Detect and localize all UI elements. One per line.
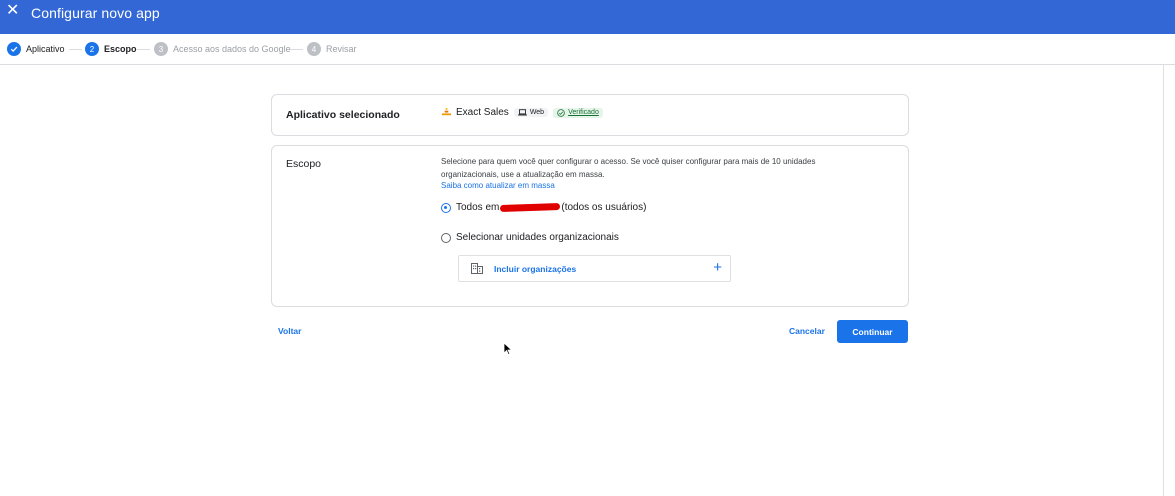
step-connector <box>69 49 82 50</box>
check-circle-icon <box>557 108 565 117</box>
plus-icon: + <box>713 259 722 276</box>
step-label: Revisar <box>326 44 357 54</box>
radio-unchecked-icon[interactable] <box>441 232 451 243</box>
radio-all-prefix: Todos em <box>456 202 500 213</box>
scope-description: Selecione para quem você quer configurar… <box>441 157 816 179</box>
step-label: Aplicativo <box>26 44 65 54</box>
step-aplicativo[interactable]: Aplicativo <box>7 41 65 57</box>
step-connector <box>137 49 150 50</box>
stepper: Aplicativo 2 Escopo 3 Acesso aos dados d… <box>0 34 1175 65</box>
close-icon[interactable]: ✕ <box>6 3 20 19</box>
app-logo-icon <box>442 108 451 116</box>
step-number: 3 <box>154 42 168 56</box>
platform-label: Web <box>529 109 545 116</box>
divider <box>1163 64 1164 496</box>
cancel-button[interactable]: Cancelar <box>789 326 825 336</box>
verified-badge: Verificado <box>553 107 603 118</box>
platform-chip: Web <box>513 108 549 117</box>
step-number: 4 <box>307 42 321 56</box>
step-revisar[interactable]: 4 Revisar <box>307 41 357 57</box>
app-info: Exact Sales Web Verificado <box>442 107 603 118</box>
step-label: Escopo <box>104 44 137 54</box>
step-acesso-dados[interactable]: 3 Acesso aos dados do Google <box>154 41 291 57</box>
redacted-domain <box>500 202 561 213</box>
include-orgs-label: Incluir organizações <box>494 264 577 274</box>
step-number: 2 <box>85 42 99 56</box>
mouse-cursor-icon <box>503 342 513 356</box>
app-name: Exact Sales <box>456 107 509 118</box>
laptop-icon <box>517 109 527 116</box>
include-orgs-button[interactable]: Incluir organizações + <box>458 255 731 282</box>
step-label: Acesso aos dados do Google <box>173 44 291 54</box>
scope-card: Escopo Selecione para quem você quer con… <box>271 145 909 307</box>
step-connector <box>290 49 303 50</box>
back-button[interactable]: Voltar <box>278 326 301 336</box>
building-icon <box>471 263 483 274</box>
scope-label: Escopo <box>286 158 322 170</box>
bulk-update-link[interactable]: Saiba como atualizar em massa <box>441 181 555 190</box>
selected-app-label: Aplicativo selecionado <box>286 109 400 121</box>
verified-label: Verificado <box>568 109 599 116</box>
radio-all-suffix: (todos os usuários) <box>561 202 647 213</box>
radio-all-users[interactable]: Todos em (todos os usuários) <box>441 202 646 213</box>
radio-select-org-units[interactable]: Selecionar unidades organizacionais <box>441 232 619 243</box>
radio-checked-icon[interactable] <box>441 202 451 213</box>
step-escopo[interactable]: 2 Escopo <box>85 41 137 57</box>
app-header: ✕ Configurar novo app <box>0 0 1175 34</box>
page-title: Configurar novo app <box>31 5 160 21</box>
radio-org-label: Selecionar unidades organizacionais <box>456 232 619 243</box>
selected-app-card: Aplicativo selecionado Exact Sales Web V… <box>271 94 909 136</box>
continue-button[interactable]: Continuar <box>837 320 908 343</box>
check-icon <box>7 42 21 56</box>
